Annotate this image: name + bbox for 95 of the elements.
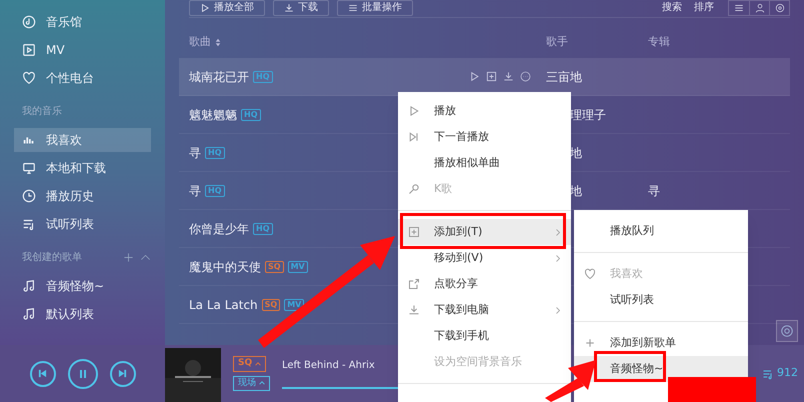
sidebar-item[interactable]: 试听列表 — [14, 212, 151, 236]
menu-item[interactable]: 播放相似单曲 — [398, 150, 571, 176]
menu-item[interactable]: 下载到电脑 — [398, 297, 571, 323]
sort-button[interactable]: 排序 — [694, 0, 714, 15]
sidebar-item[interactable]: 个性电台 — [14, 66, 151, 90]
quality-tag: HQ — [253, 222, 272, 234]
quality-tag: HQ — [205, 146, 224, 158]
settings-icon — [780, 324, 794, 338]
toolbar-button[interactable]: 批量操作 — [337, 0, 413, 16]
sidebar-item[interactable]: MV — [14, 38, 151, 62]
sound-effect-button[interactable]: 现场 — [233, 376, 270, 391]
album-name[interactable]: 寻 — [648, 182, 660, 200]
sidebar-item[interactable]: 我喜欢 — [14, 128, 151, 152]
play-icon — [469, 71, 480, 82]
more-icon[interactable] — [520, 71, 531, 82]
view-switcher[interactable] — [728, 0, 790, 16]
disc-icon[interactable] — [774, 2, 784, 12]
section-title: 我创建的歌单 — [22, 250, 83, 264]
now-playing-title: Left Behind - Ahrix — [282, 359, 376, 373]
list-icon — [734, 2, 744, 12]
song-title: La La Latch — [189, 296, 258, 314]
menu-item[interactable]: 试听列表 — [574, 287, 748, 313]
quality-tag: HQ — [205, 184, 224, 196]
next-icon — [118, 369, 127, 378]
video-icon — [22, 43, 36, 57]
person-icon[interactable] — [754, 2, 764, 12]
menu-item[interactable]: 下一首播放 — [398, 124, 571, 150]
column-header[interactable]: 专辑 — [648, 34, 670, 50]
download-icon — [284, 2, 294, 12]
music-note-icon — [22, 279, 36, 293]
sort-icon[interactable] — [215, 38, 221, 46]
search-button[interactable]: 搜索 — [662, 0, 682, 15]
annotation-arrow — [545, 360, 596, 402]
plus-icon — [584, 337, 596, 349]
monitor-icon — [22, 161, 36, 175]
settings-button[interactable] — [776, 320, 798, 342]
song-row[interactable]: 城南花已开 HQ 三亩地 — [179, 58, 790, 96]
quality-tag: MV — [288, 260, 308, 272]
quality-tag: HQ — [241, 108, 260, 120]
section-title: 我的音乐 — [22, 104, 63, 118]
quality-tag: HQ — [253, 70, 272, 82]
sidebar-item[interactable]: 默认列表 — [14, 302, 151, 326]
singer-name[interactable]: 理理子 — [570, 108, 606, 122]
music-note-icon — [22, 307, 36, 321]
highlight-frame — [594, 351, 666, 382]
quality-tag: SQ — [265, 260, 284, 272]
heart-icon — [22, 71, 36, 85]
menu-item[interactable]: 播放 — [398, 98, 571, 124]
list-icon — [348, 2, 358, 12]
toolbar-button[interactable]: 下载 — [273, 0, 329, 16]
quality-tag: SQ — [262, 298, 280, 310]
heart-icon — [584, 268, 596, 280]
song-title: 你曾是少年 — [189, 220, 249, 238]
clock-icon — [22, 189, 36, 203]
song-title: 寻 — [189, 182, 201, 200]
menu-item[interactable]: 添加到新歌单 — [574, 330, 748, 356]
caret-icon — [259, 381, 265, 386]
menu-item[interactable]: 添加到(T) — [398, 219, 571, 245]
toolbar-button[interactable]: 播放全部 — [189, 0, 265, 16]
playlist-icon — [22, 217, 36, 231]
add-box-icon — [408, 226, 420, 238]
song-title: 寻 — [189, 144, 201, 162]
song-title: 魑魅魍魉 — [189, 106, 237, 124]
previous-icon — [38, 369, 47, 378]
pause-button[interactable] — [68, 358, 98, 388]
sidebar-item[interactable]: 本地和下载 — [14, 156, 151, 180]
play-next-icon — [408, 131, 420, 143]
menu-item[interactable]: 移动到(V) — [398, 245, 571, 271]
pause-icon — [78, 368, 88, 378]
next-button[interactable] — [110, 360, 136, 386]
play-icon — [408, 105, 420, 117]
menu-item[interactable]: 点歌分享 — [398, 271, 571, 297]
singer-name[interactable]: 地 — [570, 184, 582, 198]
playlist-icon — [762, 368, 774, 380]
plus-icon[interactable] — [123, 252, 134, 262]
play-icon — [200, 2, 210, 12]
song-title: 魔鬼中的天使 — [189, 258, 261, 276]
download-icon — [408, 304, 420, 316]
menu-item[interactable]: 下载到手机 — [398, 323, 571, 349]
sidebar-item[interactable]: 音乐馆 — [14, 10, 151, 34]
add-box-icon — [486, 71, 497, 82]
singer-name[interactable]: 三亩地 — [546, 70, 582, 84]
column-header[interactable]: 歌曲 — [189, 34, 211, 50]
sidebar-item[interactable]: 播放历史 — [14, 184, 151, 208]
download-icon — [503, 71, 514, 82]
song-title: 城南花已开 — [189, 68, 249, 86]
playlist-counter[interactable]: 912 — [762, 345, 798, 402]
share-icon — [408, 278, 420, 290]
singer-name[interactable]: 地 — [570, 146, 582, 160]
music-disc-icon — [22, 15, 36, 29]
caret-icon — [255, 362, 262, 366]
column-header[interactable]: 歌手 — [546, 34, 648, 50]
previous-button[interactable] — [30, 360, 56, 386]
sidebar-item[interactable]: 音频怪物~ — [14, 274, 151, 298]
menu-item[interactable]: 播放队列 — [574, 218, 748, 244]
